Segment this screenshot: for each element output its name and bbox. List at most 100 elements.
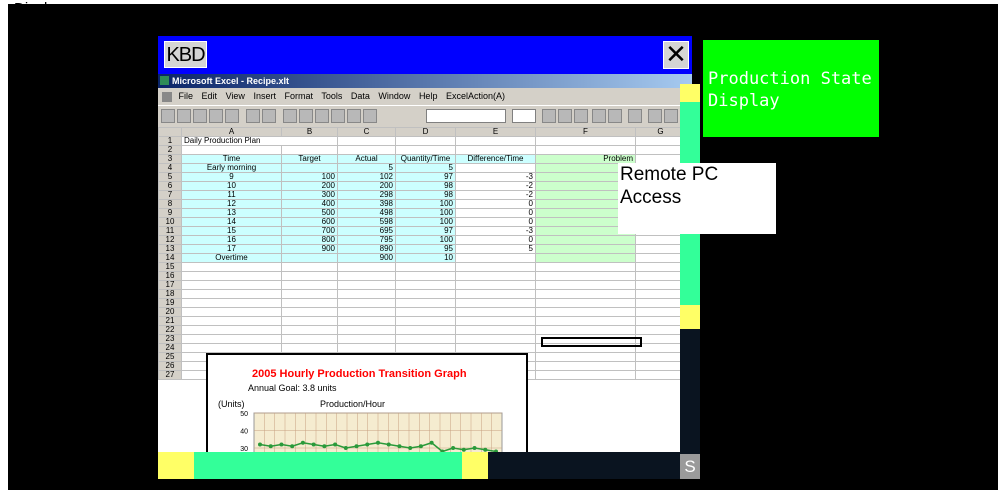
corner-cell[interactable] xyxy=(158,127,182,137)
close-button[interactable]: ✕ xyxy=(663,41,689,69)
sum-icon[interactable] xyxy=(299,109,313,123)
underline-icon[interactable] xyxy=(574,109,588,123)
sort-icon[interactable] xyxy=(331,109,345,123)
bold-icon[interactable] xyxy=(542,109,556,123)
cell[interactable]: 10 xyxy=(181,181,282,191)
col-b[interactable]: B xyxy=(281,127,338,137)
cell[interactable]: -2 xyxy=(455,190,536,200)
production-state-display-button[interactable]: Production State Display xyxy=(703,40,879,137)
cell[interactable] xyxy=(281,163,338,173)
cell[interactable]: 598 xyxy=(337,217,396,227)
cell[interactable]: 13 xyxy=(181,208,282,218)
save-icon[interactable] xyxy=(193,109,207,123)
row-header[interactable]: 12 xyxy=(158,235,182,245)
col-c[interactable]: C xyxy=(337,127,396,137)
row-header[interactable]: 14 xyxy=(158,253,182,263)
selected-cell[interactable] xyxy=(541,337,642,347)
cell[interactable]: 700 xyxy=(281,226,338,236)
col-e[interactable]: E xyxy=(455,127,536,137)
cell[interactable]: 15 xyxy=(181,226,282,236)
cell[interactable]: 97 xyxy=(395,226,456,236)
fill-color-icon[interactable] xyxy=(648,109,662,123)
cell[interactable] xyxy=(455,253,536,263)
cell[interactable]: 900 xyxy=(337,253,396,263)
cell[interactable] xyxy=(535,253,636,263)
col-a[interactable]: A xyxy=(181,127,282,137)
menu-file[interactable]: File xyxy=(179,91,194,101)
col-g[interactable]: G xyxy=(635,127,686,137)
cell[interactable]: 900 xyxy=(281,244,338,254)
cell[interactable]: 100 xyxy=(395,199,456,209)
cell[interactable]: 5 xyxy=(337,163,396,173)
cell[interactable] xyxy=(535,235,636,245)
menu-help[interactable]: Help xyxy=(419,91,438,101)
cell[interactable]: 97 xyxy=(395,172,456,182)
cell[interactable]: 11 xyxy=(181,190,282,200)
cell[interactable]: 0 xyxy=(455,235,536,245)
menu-insert[interactable]: Insert xyxy=(253,91,276,101)
cell[interactable]: 600 xyxy=(281,217,338,227)
row-header[interactable]: 26 xyxy=(158,361,182,371)
cell[interactable]: 12 xyxy=(181,199,282,209)
size-combo[interactable] xyxy=(512,109,536,123)
menu-format[interactable]: Format xyxy=(284,91,313,101)
row-header[interactable]: 3 xyxy=(158,154,182,164)
cell[interactable]: 890 xyxy=(337,244,396,254)
cell[interactable]: 695 xyxy=(337,226,396,236)
cell[interactable] xyxy=(535,244,636,254)
cell[interactable]: -3 xyxy=(455,226,536,236)
row-header[interactable]: 11 xyxy=(158,226,182,236)
scroll-up-button[interactable] xyxy=(680,84,700,102)
row-header[interactable]: 19 xyxy=(158,298,182,308)
row-header[interactable]: 1 xyxy=(158,136,182,146)
row-header[interactable]: 22 xyxy=(158,325,182,335)
cell[interactable]: 17 xyxy=(181,244,282,254)
scroll-left-button[interactable] xyxy=(158,452,194,479)
row-header[interactable]: 2 xyxy=(158,145,182,155)
row-header[interactable]: 16 xyxy=(158,271,182,281)
new-icon[interactable] xyxy=(161,109,175,123)
row-header[interactable]: 5 xyxy=(158,172,182,182)
cell[interactable]: 16 xyxy=(181,235,282,245)
row-header[interactable]: 25 xyxy=(158,352,182,362)
cell[interactable]: 795 xyxy=(337,235,396,245)
cell[interactable]: 800 xyxy=(281,235,338,245)
header-target[interactable]: Target xyxy=(281,154,338,164)
menu-excelaction[interactable]: ExcelAction(A) xyxy=(446,91,505,101)
cell[interactable]: 98 xyxy=(395,181,456,191)
align-left-icon[interactable] xyxy=(592,109,606,123)
cell[interactable]: -3 xyxy=(455,172,536,182)
menu-window[interactable]: Window xyxy=(378,91,410,101)
cell[interactable]: 102 xyxy=(337,172,396,182)
cell[interactable]: -2 xyxy=(455,181,536,191)
cell[interactable] xyxy=(455,163,536,173)
cell[interactable]: 298 xyxy=(337,190,396,200)
cell[interactable]: 400 xyxy=(281,199,338,209)
header-quantity[interactable]: Quantity/Time xyxy=(395,154,456,164)
cell[interactable]: 14 xyxy=(181,217,282,227)
row-header[interactable]: 9 xyxy=(158,208,182,218)
sheet-title[interactable]: Daily Production Plan xyxy=(181,136,338,146)
zoom-icon[interactable] xyxy=(363,109,377,123)
cell[interactable]: 100 xyxy=(395,208,456,218)
cell[interactable]: 95 xyxy=(395,244,456,254)
menu-view[interactable]: View xyxy=(226,91,245,101)
scroll-down-button[interactable] xyxy=(680,305,700,329)
row-header[interactable]: 23 xyxy=(158,334,182,344)
font-color-icon[interactable] xyxy=(664,109,678,123)
menu-data[interactable]: Data xyxy=(351,91,370,101)
row-header[interactable]: 18 xyxy=(158,289,182,299)
scroll-thumb[interactable] xyxy=(194,452,462,479)
cell[interactable]: 98 xyxy=(395,190,456,200)
cell[interactable]: 5 xyxy=(455,244,536,254)
row-header[interactable]: 24 xyxy=(158,343,182,353)
function-icon[interactable] xyxy=(315,109,329,123)
row-header[interactable]: 27 xyxy=(158,370,182,380)
row-header[interactable]: 10 xyxy=(158,217,182,227)
row-header[interactable]: 8 xyxy=(158,199,182,209)
italic-icon[interactable] xyxy=(558,109,572,123)
open-icon[interactable] xyxy=(177,109,191,123)
copy-icon[interactable] xyxy=(246,109,260,123)
cell[interactable]: 0 xyxy=(455,208,536,218)
header-time[interactable]: Time xyxy=(181,154,282,164)
